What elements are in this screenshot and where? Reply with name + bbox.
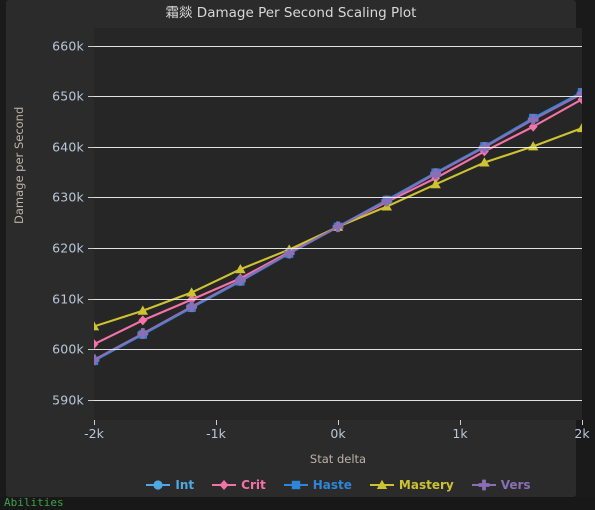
legend-entry-crit[interactable]: Crit <box>211 478 266 492</box>
series-vers <box>94 88 582 366</box>
x-tick-label: 0k <box>330 426 346 441</box>
gridline <box>94 197 582 199</box>
x-tick-label: -1k <box>206 426 226 441</box>
gridline <box>94 96 582 98</box>
status-bar: Abilities <box>0 496 595 510</box>
gridline <box>94 298 582 300</box>
y-tick-label: 630k <box>52 189 84 205</box>
x-axis-label: Stat delta <box>309 452 367 466</box>
y-tick-label: 610k <box>52 291 84 307</box>
legend-entry-mastery[interactable]: Mastery <box>369 478 454 492</box>
x-tick-label: -2k <box>84 426 104 441</box>
x-tick-mark <box>216 420 217 425</box>
legend-label: Mastery <box>398 478 454 492</box>
y-tick-label: 640k <box>52 139 84 155</box>
x-tick-mark <box>338 420 339 425</box>
gridline <box>94 399 582 401</box>
x-tick-label: 1k <box>452 426 468 441</box>
y-tick-label: 620k <box>52 240 84 256</box>
legend-marker-diamond-icon <box>212 480 237 490</box>
legend-entry-haste[interactable]: Haste <box>283 478 352 492</box>
legend-label: Haste <box>312 478 352 492</box>
legend-label: Vers <box>500 478 531 492</box>
legend-label: Crit <box>241 478 266 492</box>
x-tick-mark <box>582 420 583 425</box>
x-tick-mark <box>94 420 95 425</box>
x-tick-mark <box>460 420 461 425</box>
y-tick-label: 660k <box>52 38 84 54</box>
legend-marker-circle-icon <box>146 480 171 490</box>
legend-marker-square-icon <box>283 480 308 490</box>
chart-figure: 霜燚 Damage Per Second Scaling Plot Damage… <box>6 0 590 497</box>
y-tick-label: 590k <box>52 392 84 408</box>
gridline <box>94 349 582 351</box>
plot-lines <box>94 88 582 366</box>
y-axis-label: Damage per Second <box>12 106 26 224</box>
gridline <box>94 45 582 47</box>
legend-label: Int <box>175 478 195 492</box>
legend-entry-vers[interactable]: Vers <box>471 478 531 492</box>
status-bar-text: Abilities <box>4 496 64 509</box>
y-tick-label: 600k <box>52 341 84 357</box>
legend-marker-plus-icon <box>471 479 496 491</box>
chart-title: 霜燚 Damage Per Second Scaling Plot <box>165 5 417 21</box>
plot-area <box>94 28 582 420</box>
gridline <box>94 146 582 148</box>
screenshot-root: 霜燚 Damage Per Second Scaling Plot Damage… <box>0 0 595 510</box>
y-tick-label: 650k <box>52 88 84 104</box>
legend-marker-triangle-icon <box>369 479 394 489</box>
chart-legend: Int Crit Haste Mastery Vers <box>94 476 582 494</box>
legend-entry-int[interactable]: Int <box>145 478 194 492</box>
x-tick-label: 2k <box>574 426 590 441</box>
gridline <box>94 248 582 250</box>
